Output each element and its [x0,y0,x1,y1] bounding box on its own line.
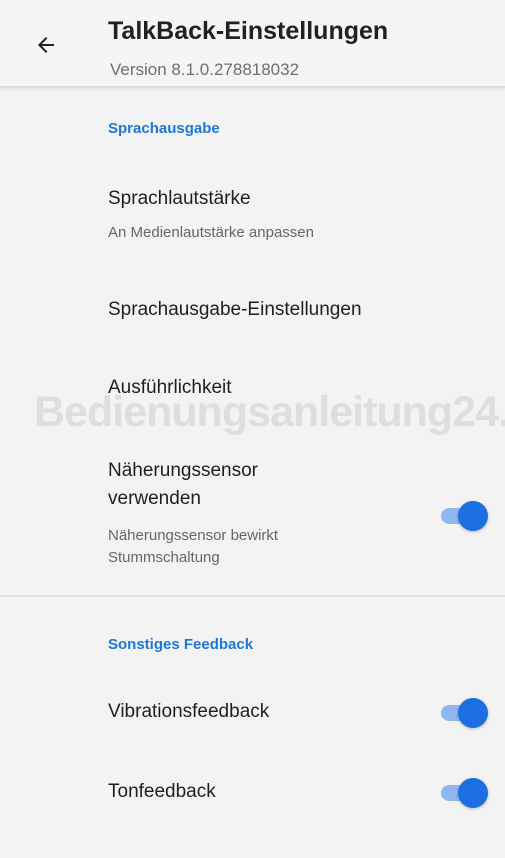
section-header-sonstiges-feedback: Sonstiges Feedback [108,636,254,653]
switch-thumb [458,501,488,531]
pref-ausfuehrlichkeit[interactable]: Ausführlichkeit [0,355,505,430]
pref-summary-line1: Näherungssensor bewirkt [108,527,279,544]
pref-title: Vibrationsfeedback [108,701,270,722]
section-header-sprachausgabe: Sprachausgabe [108,120,220,137]
tonfeedback-toggle[interactable] [438,777,488,809]
pref-tonfeedback[interactable]: Tonfeedback [0,760,505,830]
pref-title: Ausführlichkeit [108,377,232,398]
pref-sprachlautstaerke[interactable]: Sprachlautstärke An Medienlautstärke anp… [0,170,505,260]
pref-title: Tonfeedback [108,781,216,802]
switch-thumb [458,698,488,728]
pref-title: Sprachlautstärke [108,188,251,209]
page-title: TalkBack-Einstellungen [108,17,389,45]
pref-summary-line2: Stummschaltung [108,549,220,566]
vibrationsfeedback-toggle[interactable] [438,697,488,729]
pref-title: Sprachausgabe-Einstellungen [108,299,362,320]
pref-title-line2: verwenden [108,488,201,509]
arrow-left-icon [38,37,54,53]
pref-sprachausgabe-einstellungen[interactable]: Sprachausgabe-Einstellungen [0,270,505,350]
settings-screen: TalkBack-Einstellungen Version 8.1.0.278… [0,0,505,858]
section-divider [0,595,505,597]
naeherungssensor-toggle[interactable] [438,500,488,532]
app-bar: TalkBack-Einstellungen Version 8.1.0.278… [0,0,505,88]
pref-title-line1: Näherungssensor [108,460,258,481]
switch-thumb [458,778,488,808]
pref-summary: An Medienlautstärke anpassen [108,224,314,241]
pref-vibrationsfeedback[interactable]: Vibrationsfeedback [0,680,505,750]
version-subtitle: Version 8.1.0.278818032 [110,60,300,79]
pref-naeherungssensor[interactable]: Näherungssensor verwenden Näherungssenso… [0,450,505,580]
back-button[interactable] [28,27,64,63]
